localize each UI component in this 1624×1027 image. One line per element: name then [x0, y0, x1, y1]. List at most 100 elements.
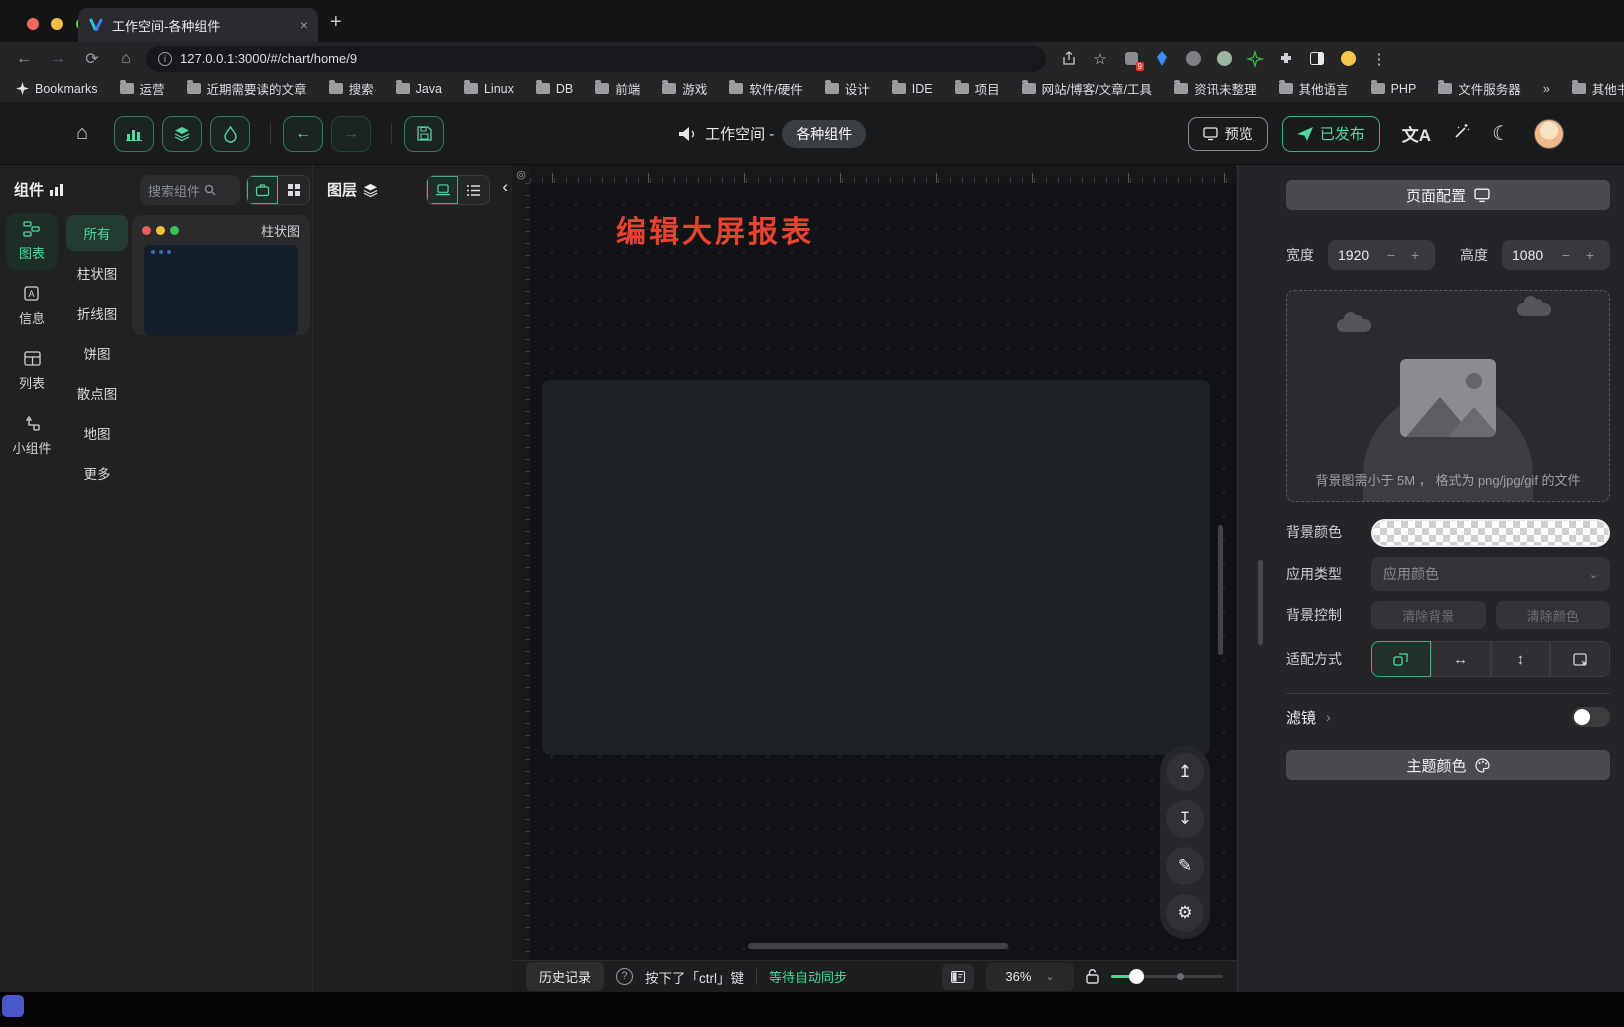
forward-icon[interactable]: → — [48, 50, 68, 68]
editor-home-icon[interactable]: ⌂ — [76, 122, 88, 145]
canvas-heading-text[interactable]: 编辑大屏报表 — [616, 207, 814, 251]
extension-icon[interactable] — [1215, 50, 1233, 68]
bookmarks-root[interactable]: Bookmarks — [16, 82, 98, 96]
panel-layout-icon[interactable] — [942, 964, 974, 990]
new-tab-button[interactable]: + — [330, 12, 342, 32]
extension-icon[interactable] — [1184, 50, 1202, 68]
canvas-vertical-scrollbar[interactable] — [1218, 525, 1223, 655]
subcategory-4[interactable]: 散点图 — [66, 375, 128, 411]
sidebar-panel-icon[interactable] — [1308, 50, 1326, 68]
workspace-name-pill[interactable]: 各种组件 — [782, 120, 866, 148]
bookmark-folder[interactable]: 运营 — [120, 79, 165, 98]
rail-item-widgets[interactable]: 小组件 — [6, 408, 58, 465]
site-info-icon[interactable]: i — [158, 52, 172, 66]
clear-color-button[interactable]: 清除颜色 — [1496, 601, 1611, 629]
subcategory-3[interactable]: 饼图 — [66, 335, 128, 371]
canvas-horizontal-scrollbar[interactable] — [748, 943, 1008, 949]
minimize-window-button[interactable] — [51, 18, 63, 30]
import-icon[interactable]: ↧ — [1166, 800, 1204, 838]
chart-progress-ring[interactable] — [980, 598, 1090, 713]
chart-capsule-bar[interactable] — [957, 394, 1147, 506]
dashboard-board[interactable] — [542, 380, 1210, 755]
profile-avatar[interactable] — [1339, 50, 1357, 68]
chart-bar-grouped[interactable] — [558, 390, 748, 505]
dark-mode-moon-icon[interactable]: ☾ — [1492, 121, 1510, 146]
component-card[interactable]: 柱状图 — [132, 215, 310, 335]
bookmark-folder[interactable]: 搜索 — [329, 79, 374, 98]
subcategory-5[interactable]: 地图 — [66, 415, 128, 451]
bookmark-folder[interactable]: Java — [396, 79, 442, 98]
redo-button[interactable]: → — [331, 116, 371, 152]
search-input[interactable]: 搜索组件 — [140, 175, 240, 205]
subcategory-1[interactable]: 柱状图 — [66, 255, 128, 291]
bookmark-folder[interactable]: 网站/博客/文章/工具 — [1022, 79, 1152, 98]
theme-color-header[interactable]: 主题颜色 — [1286, 750, 1610, 780]
browser-menu-icon[interactable]: ⋮ — [1370, 50, 1388, 68]
app-type-select[interactable]: 应用颜色 ⌄ — [1371, 557, 1610, 591]
reload-icon[interactable]: ⟳ — [82, 49, 102, 69]
rail-item-charts[interactable]: 图表 — [6, 213, 58, 270]
bookmarks-overflow-icon[interactable]: » — [1543, 82, 1550, 96]
bookmark-folder[interactable]: 近期需要读的文章 — [187, 79, 307, 98]
bookmark-folder[interactable]: 项目 — [955, 79, 1000, 98]
close-window-button[interactable] — [27, 18, 39, 30]
background-upload-dropzone[interactable]: 背景图需小于 5M ， 格式为 png/jpg/gif 的文件 — [1286, 290, 1610, 502]
preview-button[interactable]: 预览 — [1188, 117, 1268, 151]
bookmark-folder[interactable]: 游戏 — [662, 79, 707, 98]
zoom-select[interactable]: 36% ⌄ — [986, 963, 1074, 991]
height-stepper[interactable]: 1080 − + — [1502, 240, 1610, 270]
edit-icon[interactable]: ✎ — [1166, 847, 1204, 885]
component-grid-view-button[interactable] — [278, 176, 309, 204]
dock-app-icon[interactable] — [2, 995, 24, 1017]
chart-area-dual[interactable] — [558, 608, 748, 713]
user-avatar[interactable] — [1534, 119, 1564, 149]
history-button[interactable]: 历史记录 — [526, 962, 604, 991]
subcategory-2[interactable]: 折线图 — [66, 295, 128, 331]
extensions-puzzle-icon[interactable] — [1277, 50, 1295, 68]
back-icon[interactable]: ← — [14, 50, 34, 68]
bookmark-folder[interactable]: 软件/硬件 — [729, 79, 802, 98]
bookmark-folder[interactable]: 前端 — [595, 79, 640, 98]
fit-height-button[interactable]: ↕ — [1491, 641, 1551, 677]
browser-tab[interactable]: 工作空间-各种组件 × — [78, 8, 318, 42]
bookmark-folder[interactable]: Linux — [464, 79, 514, 98]
panel-scrollbar[interactable] — [1258, 560, 1263, 645]
width-stepper[interactable]: 1920 − + — [1328, 240, 1435, 270]
chart-line-dual[interactable] — [558, 506, 748, 606]
other-bookmarks-folder[interactable]: 其他书签 — [1572, 79, 1624, 98]
details-panel-toggle-button[interactable] — [210, 116, 250, 152]
clear-background-button[interactable]: 清除背景 — [1371, 601, 1486, 629]
bookmark-folder[interactable]: 文件服务器 — [1438, 79, 1521, 98]
save-button[interactable] — [404, 116, 444, 152]
share-icon[interactable] — [1060, 50, 1078, 68]
rail-item-info[interactable]: A 信息 — [6, 278, 58, 335]
layers-panel-toggle-button[interactable] — [162, 116, 202, 152]
publish-button[interactable]: 已发布 — [1282, 116, 1380, 152]
bookmark-star-icon[interactable]: ☆ — [1091, 50, 1109, 68]
chart-horizontal-bar[interactable] — [764, 390, 954, 505]
layers-list-view-button[interactable] — [458, 176, 489, 204]
chart-line-gradient[interactable] — [957, 496, 1142, 596]
url-input[interactable]: i 127.0.0.1:3000/#/chart/home/9 — [146, 46, 1046, 72]
filter-toggle[interactable] — [1572, 707, 1610, 727]
rail-item-list[interactable]: 列表 — [6, 343, 58, 400]
undo-button[interactable]: ← — [283, 116, 323, 152]
component-library-view-button[interactable] — [247, 176, 278, 204]
layers-thumbnail-view-button[interactable] — [427, 176, 458, 204]
bookmark-folder[interactable]: IDE — [892, 79, 933, 98]
extension-icon-badge[interactable]: 9 — [1122, 50, 1140, 68]
stepper-minus-plus-icons[interactable]: − + — [1387, 247, 1425, 263]
bookmark-folder[interactable]: 设计 — [825, 79, 870, 98]
fit-width-button[interactable]: ↔ — [1431, 641, 1491, 677]
zoom-slider[interactable] — [1111, 975, 1223, 978]
magic-wand-icon[interactable] — [1453, 123, 1470, 145]
chevron-right-icon[interactable]: › — [1326, 709, 1331, 725]
extension-star-icon[interactable] — [1246, 50, 1264, 68]
bookmark-folder[interactable]: DB — [536, 79, 573, 98]
chart-line-single[interactable] — [764, 500, 954, 605]
bg-color-swatch[interactable] — [1371, 519, 1610, 547]
stepper-minus-plus-icons[interactable]: − + — [1562, 247, 1600, 263]
unlock-icon[interactable] — [1086, 969, 1099, 984]
collapse-layers-icon[interactable]: ‹ — [502, 177, 508, 197]
settings-gear-icon[interactable]: ⚙ — [1166, 894, 1204, 932]
